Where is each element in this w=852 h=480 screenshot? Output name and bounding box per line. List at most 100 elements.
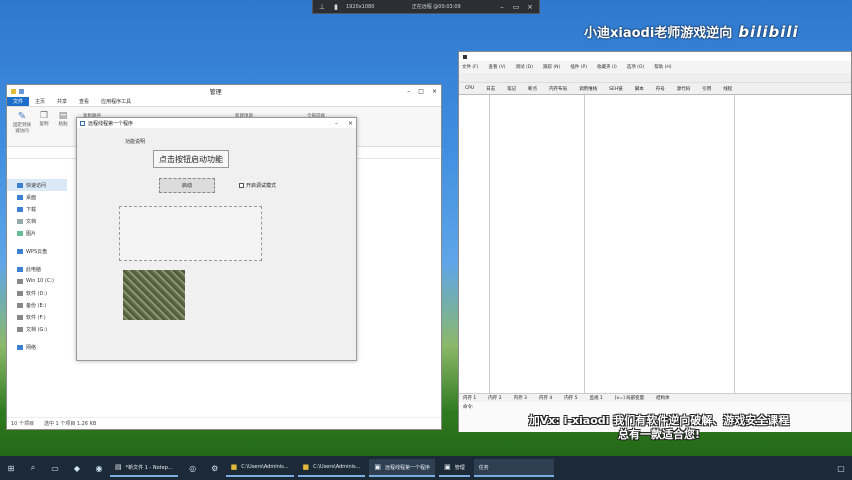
debug-mode-checkbox[interactable]: 开启调试模式	[239, 182, 276, 189]
taskbar-item-explorer-1[interactable]: ■ C:\Users\Adminis...	[225, 459, 294, 477]
pinned-app-icon[interactable]: ◆	[69, 461, 85, 475]
start-function-button[interactable]: 点击按钮启动功能	[153, 150, 229, 168]
watermark-text: 小迪xiaodi老师游戏逆向	[584, 26, 733, 41]
nav-item-drive-c[interactable]: Win 10 (C:)	[7, 275, 67, 287]
copy-button[interactable]: ❐ 复制	[37, 111, 51, 127]
tab-breakpoints[interactable]: 断点	[528, 86, 537, 92]
minimize-icon[interactable]: –	[498, 3, 506, 11]
nav-item-wps-cloud[interactable]: WPS云盘	[7, 245, 67, 257]
nav-item-drive-f[interactable]: 软件 (F:)	[7, 311, 67, 323]
drive-icon	[17, 278, 23, 284]
command-label: 命令:	[463, 405, 474, 410]
tab-symbols[interactable]: 符号	[656, 86, 665, 92]
tab-log[interactable]: 日志	[486, 86, 495, 92]
tab-dump-1[interactable]: 内存 1	[463, 395, 476, 401]
navigation-pane: 快速访问 桌面 下载 文档 图片 WPS云盘 此电脑 Win 10 (C:) 软…	[7, 179, 67, 411]
disassembly-pane[interactable]	[459, 95, 851, 395]
subtitle-line-2: 总有一款适合您!	[617, 428, 701, 441]
maximize-icon[interactable]: □	[418, 88, 424, 95]
quick-access-icon[interactable]	[19, 88, 24, 94]
debugger-toolbar[interactable]	[459, 73, 851, 83]
menu-plugins[interactable]: 插件 (P)	[570, 64, 587, 70]
tab-dump-4[interactable]: 内存 4	[539, 395, 552, 401]
tab-watch-1[interactable]: 监视 1	[589, 395, 602, 401]
pin-icon: ✎	[17, 111, 27, 122]
tab-file[interactable]: 文件	[7, 97, 30, 106]
paste-button[interactable]: ▤ 粘贴	[55, 111, 71, 127]
menu-view[interactable]: 查看 (V)	[489, 64, 506, 70]
start-icon[interactable]: ⊞	[3, 461, 19, 475]
tab-source[interactable]: 源代码	[677, 86, 691, 92]
nav-item-drive-d[interactable]: 软件 (D:)	[7, 287, 67, 299]
restore-icon[interactable]: ▭	[512, 3, 520, 11]
close-icon[interactable]: ×	[432, 88, 437, 95]
taskbar-item-debugger[interactable]: 任务	[473, 459, 554, 477]
nav-item-drive-e[interactable]: 备份 (E:)	[7, 299, 67, 311]
menu-options[interactable]: 选项 (O)	[627, 64, 644, 70]
task-view-icon[interactable]: ▭	[47, 461, 63, 475]
tab-locals[interactable]: [x=] 局部变量	[615, 395, 644, 401]
nav-item-downloads[interactable]: 下载	[7, 203, 67, 215]
nav-item-this-pc[interactable]: 此电脑	[7, 263, 67, 275]
nav-item-documents[interactable]: 文档	[7, 215, 67, 227]
pin-quick-access-button[interactable]: ✎ 固定到快速访问	[11, 111, 33, 134]
tab-script[interactable]: 脚本	[635, 86, 644, 92]
ribbon-label: 复制	[39, 122, 49, 127]
download-icon	[17, 206, 23, 212]
output-textarea[interactable]	[119, 206, 262, 261]
nav-item-drive-g[interactable]: 文档 (G:)	[7, 323, 67, 335]
tab-dump-3[interactable]: 内存 3	[514, 395, 527, 401]
minimize-icon[interactable]: –	[407, 88, 410, 95]
tab-memory-map[interactable]: 内存布局	[549, 86, 567, 92]
app-icon[interactable]: ◎	[185, 461, 201, 475]
taskbar: ⊞ ⌕ ▭ ◆ ◉ ▤ *新文件 1 - Notep... ◎ ⚙ ■ C:\Use…	[0, 456, 852, 480]
pin-icon[interactable]: ⊥	[318, 3, 326, 11]
tab-cpu[interactable]: CPU	[465, 86, 474, 91]
browser-icon[interactable]: ◉	[91, 461, 107, 475]
tab-notes[interactable]: 笔记	[507, 86, 516, 92]
taskbar-item-manage[interactable]: ▣ 管理	[439, 459, 470, 477]
menu-file[interactable]: 文件 (F)	[462, 64, 479, 70]
folder-icon	[11, 88, 16, 94]
taskbar-item-notepad[interactable]: ▤ *新文件 1 - Notep...	[110, 459, 178, 477]
tab-home[interactable]: 主页	[29, 97, 51, 106]
drive-icon	[17, 326, 23, 332]
folder-icon: ■	[302, 463, 310, 471]
taskbar-item-explorer-2[interactable]: ■ C:\Users\Adminis...	[297, 459, 366, 477]
status-bar: 10 个项目 选中 1 个项目 1.26 KB	[7, 417, 441, 429]
tab-dump-5[interactable]: 内存 5	[564, 395, 577, 401]
close-icon[interactable]: ×	[526, 3, 534, 11]
signal-icon: ▮	[334, 2, 338, 11]
notification-icon[interactable]: ▢	[833, 461, 849, 475]
nav-item-pictures[interactable]: 图片	[7, 227, 67, 239]
nav-item-network[interactable]: 网络	[7, 341, 67, 353]
paste-icon: ▤	[58, 111, 68, 121]
menu-trace[interactable]: 跟踪 (N)	[543, 64, 560, 70]
taskbar-item-dialog[interactable]: ▣ 远程线程第一个程序	[369, 459, 436, 477]
copy-icon: ❐	[39, 111, 49, 121]
tab-view[interactable]: 查看	[73, 97, 95, 106]
dialog-titlebar: 远程线程第一个程序 – ×	[77, 118, 356, 128]
launch-button[interactable]: 启动	[159, 178, 215, 193]
minimize-icon[interactable]: –	[335, 120, 338, 127]
search-icon[interactable]: ⌕	[25, 461, 41, 475]
app-icon: ▣	[374, 463, 382, 471]
nav-item-desktop[interactable]: 桌面	[7, 191, 67, 203]
tab-dump-2[interactable]: 内存 2	[488, 395, 501, 401]
close-icon[interactable]: ×	[348, 120, 353, 127]
menu-debug[interactable]: 调试 (D)	[516, 64, 533, 70]
tab-threads[interactable]: 线程	[723, 86, 732, 92]
preview-image	[123, 270, 185, 320]
menu-help[interactable]: 帮助 (H)	[654, 64, 671, 70]
explorer-titlebar: 管理 – □ ×	[7, 85, 441, 97]
tab-struct[interactable]: 结构体	[656, 395, 670, 401]
tab-share[interactable]: 共享	[51, 97, 73, 106]
tab-call-stack[interactable]: 调用堆栈	[579, 86, 597, 92]
ribbon-label: 固定到快速访问	[13, 123, 31, 134]
tab-app-tools[interactable]: 应用程序工具	[95, 97, 137, 106]
tab-seh[interactable]: SEH链	[609, 86, 623, 92]
menu-favorites[interactable]: 收藏夹 (I)	[597, 64, 617, 70]
app-icon[interactable]: ⚙	[207, 461, 223, 475]
nav-item-quick-access[interactable]: 快速访问	[7, 179, 67, 191]
tab-references[interactable]: 引用	[702, 86, 711, 92]
